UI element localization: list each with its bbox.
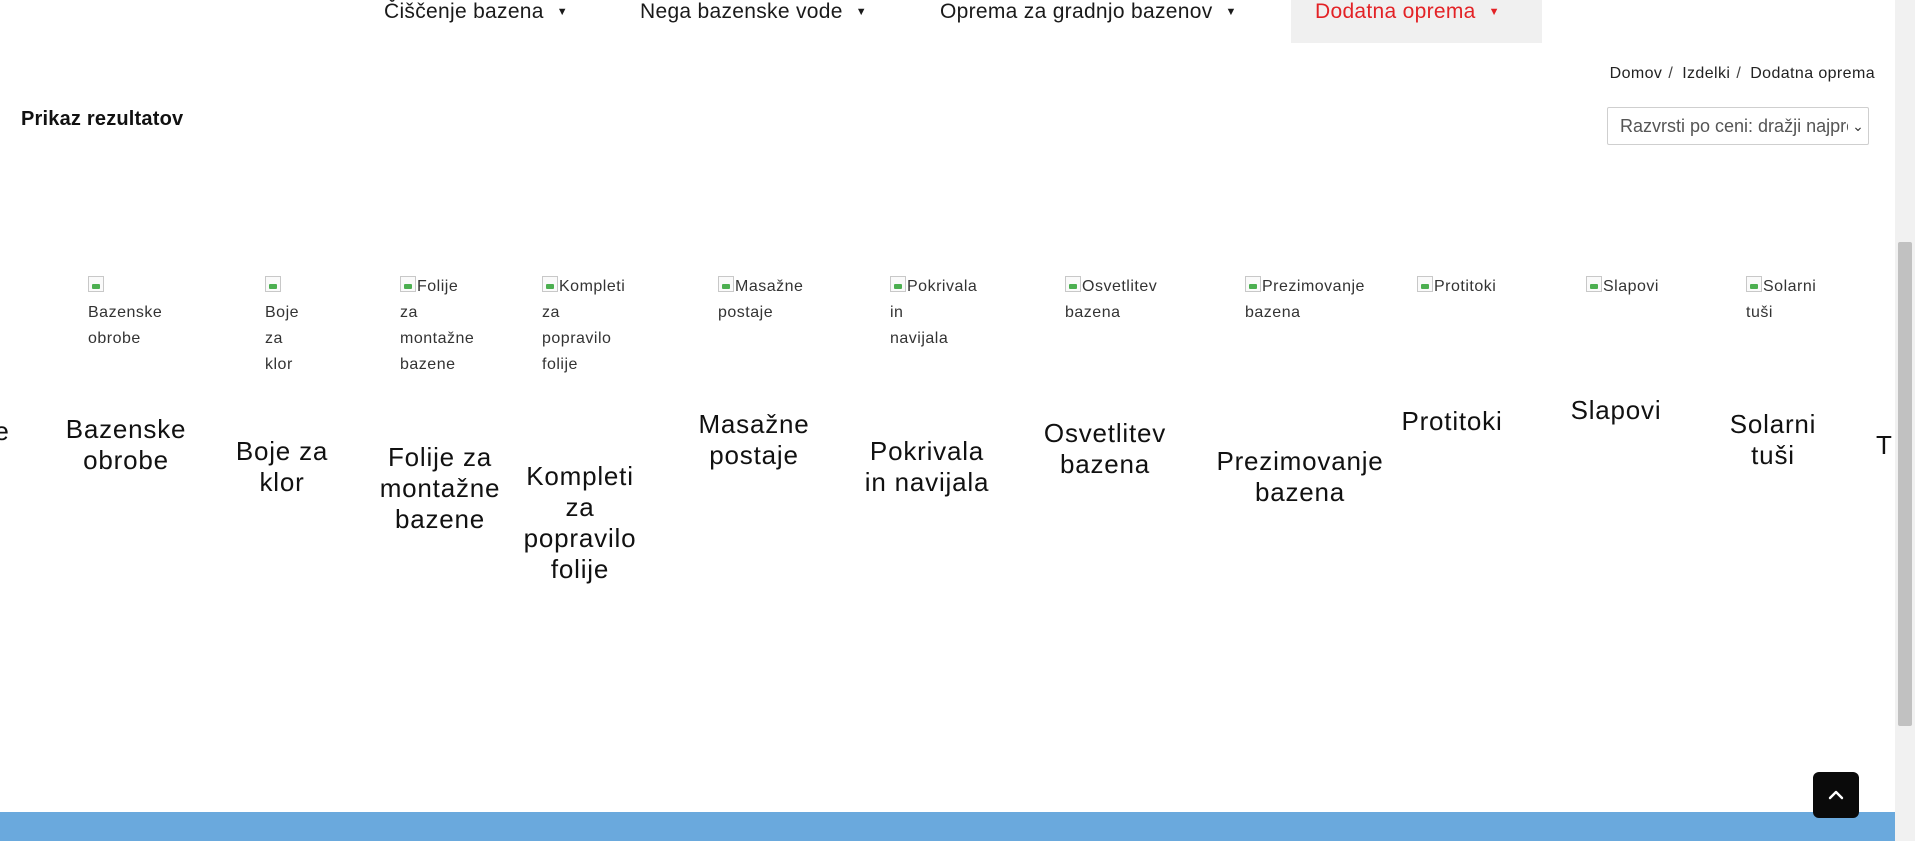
breadcrumb-link-izdelki[interactable]: Izdelki [1682, 65, 1730, 83]
category-image-alt: Boje za klor [265, 304, 300, 373]
category-image-alt: Kompleti za popravilo folije [542, 278, 626, 373]
nav-item-ciscenje-bazena[interactable]: Čiščenje bazena ▼ [384, 0, 568, 43]
broken-image-icon [1746, 276, 1762, 292]
page-scrollbar[interactable] [1895, 0, 1915, 841]
category-title[interactable]: Masažne postaje [684, 409, 824, 471]
category-image[interactable]: Slapovi [1586, 274, 1676, 300]
category-title[interactable]: Boje za klor [222, 436, 342, 498]
category-title[interactable]: Pokrivala in navijala [857, 436, 997, 498]
category-image-alt: Bazenske obrobe [88, 304, 163, 347]
category-title[interactable]: Kompleti za popravilo folije [510, 461, 650, 585]
category-title[interactable]: Slapovi [1546, 395, 1686, 426]
category-title[interactable]: Protitoki [1382, 406, 1522, 437]
category-image-alt: Protitoki [1434, 278, 1497, 295]
broken-image-icon [1417, 276, 1433, 292]
category-title-partial-right[interactable]: T [1876, 430, 1896, 461]
breadcrumb-current: Dodatna oprema [1750, 65, 1875, 82]
broken-image-icon [1586, 276, 1602, 292]
breadcrumb-link-domov[interactable]: Domov [1610, 65, 1663, 83]
category-title[interactable]: Bazenske obrobe [56, 414, 196, 476]
category-image[interactable]: Kompleti za popravilo folije [542, 274, 632, 378]
arrow-up-icon [1828, 790, 1844, 800]
scrollbar-thumb[interactable] [1898, 242, 1912, 726]
broken-image-icon [718, 276, 734, 292]
chevron-down-icon: ⌄ [1852, 117, 1864, 134]
broken-image-icon [400, 276, 416, 292]
main-navigation: Čiščenje bazena ▼ Nega bazenske vode ▼ O… [0, 0, 1895, 44]
nav-item-dodatna-oprema[interactable]: Dodatna oprema ▼ [1291, 0, 1542, 43]
category-title[interactable]: Prezimovanje bazena [1210, 446, 1390, 508]
category-image[interactable]: Prezimovanje bazena [1245, 274, 1365, 326]
caret-down-icon: ▼ [1488, 6, 1500, 18]
broken-image-icon [265, 276, 281, 292]
nav-item-nega-bazenske-vode[interactable]: Nega bazenske vode ▼ [640, 0, 867, 43]
category-image[interactable]: Protitoki [1417, 274, 1507, 300]
sort-select[interactable]: Razvrsti po ceni: dražji najprej ⌄ [1607, 107, 1869, 145]
nav-item-oprema-za-gradnjo-bazenov[interactable]: Oprema za gradnjo bazenov ▼ [940, 0, 1237, 43]
results-label: Prikaz rezultatov [21, 108, 184, 130]
category-image-alt: Folije za montažne bazene [400, 278, 475, 373]
breadcrumb-separator: / [1736, 65, 1742, 82]
category-image[interactable]: Osvetlitev bazena [1065, 274, 1165, 326]
broken-image-icon [1245, 276, 1261, 292]
category-title[interactable]: Solarni tuši [1703, 409, 1843, 471]
broken-image-icon [88, 276, 104, 292]
nav-item-label: Oprema za gradnjo bazenov [940, 0, 1213, 23]
sort-selected-value: Razvrsti po ceni: dražji najprej [1620, 115, 1848, 136]
category-image[interactable]: Masažne postaje [718, 274, 808, 326]
broken-image-icon [890, 276, 906, 292]
category-title-partial-left[interactable]: e [0, 416, 12, 447]
broken-image-icon [1065, 276, 1081, 292]
broken-image-icon [542, 276, 558, 292]
caret-down-icon: ▼ [855, 6, 867, 18]
category-image[interactable]: Solarni tuši [1746, 274, 1836, 326]
caret-down-icon: ▼ [556, 6, 568, 18]
footer-bar [0, 812, 1895, 841]
category-image[interactable]: Folije za montažne bazene [400, 274, 490, 378]
category-image-alt: Slapovi [1603, 278, 1659, 295]
caret-down-icon: ▼ [1225, 6, 1237, 18]
nav-item-label: Dodatna oprema [1315, 0, 1476, 23]
category-image[interactable]: Bazenske obrobe [88, 274, 178, 352]
category-title[interactable]: Osvetlitev bazena [1035, 418, 1175, 480]
back-to-top-button[interactable] [1813, 772, 1859, 818]
breadcrumb: Domov / Izdelki / Dodatna oprema [1610, 65, 1875, 83]
breadcrumb-separator: / [1668, 65, 1674, 82]
category-title[interactable]: Folije za montažne bazene [370, 442, 510, 535]
nav-item-label: Čiščenje bazena [384, 0, 544, 23]
category-image[interactable]: Pokrivala in navijala [890, 274, 980, 352]
category-image-alt: Prezimovanje bazena [1245, 278, 1365, 321]
category-image[interactable]: Boje za klor [265, 274, 315, 378]
nav-item-label: Nega bazenske vode [640, 0, 843, 23]
